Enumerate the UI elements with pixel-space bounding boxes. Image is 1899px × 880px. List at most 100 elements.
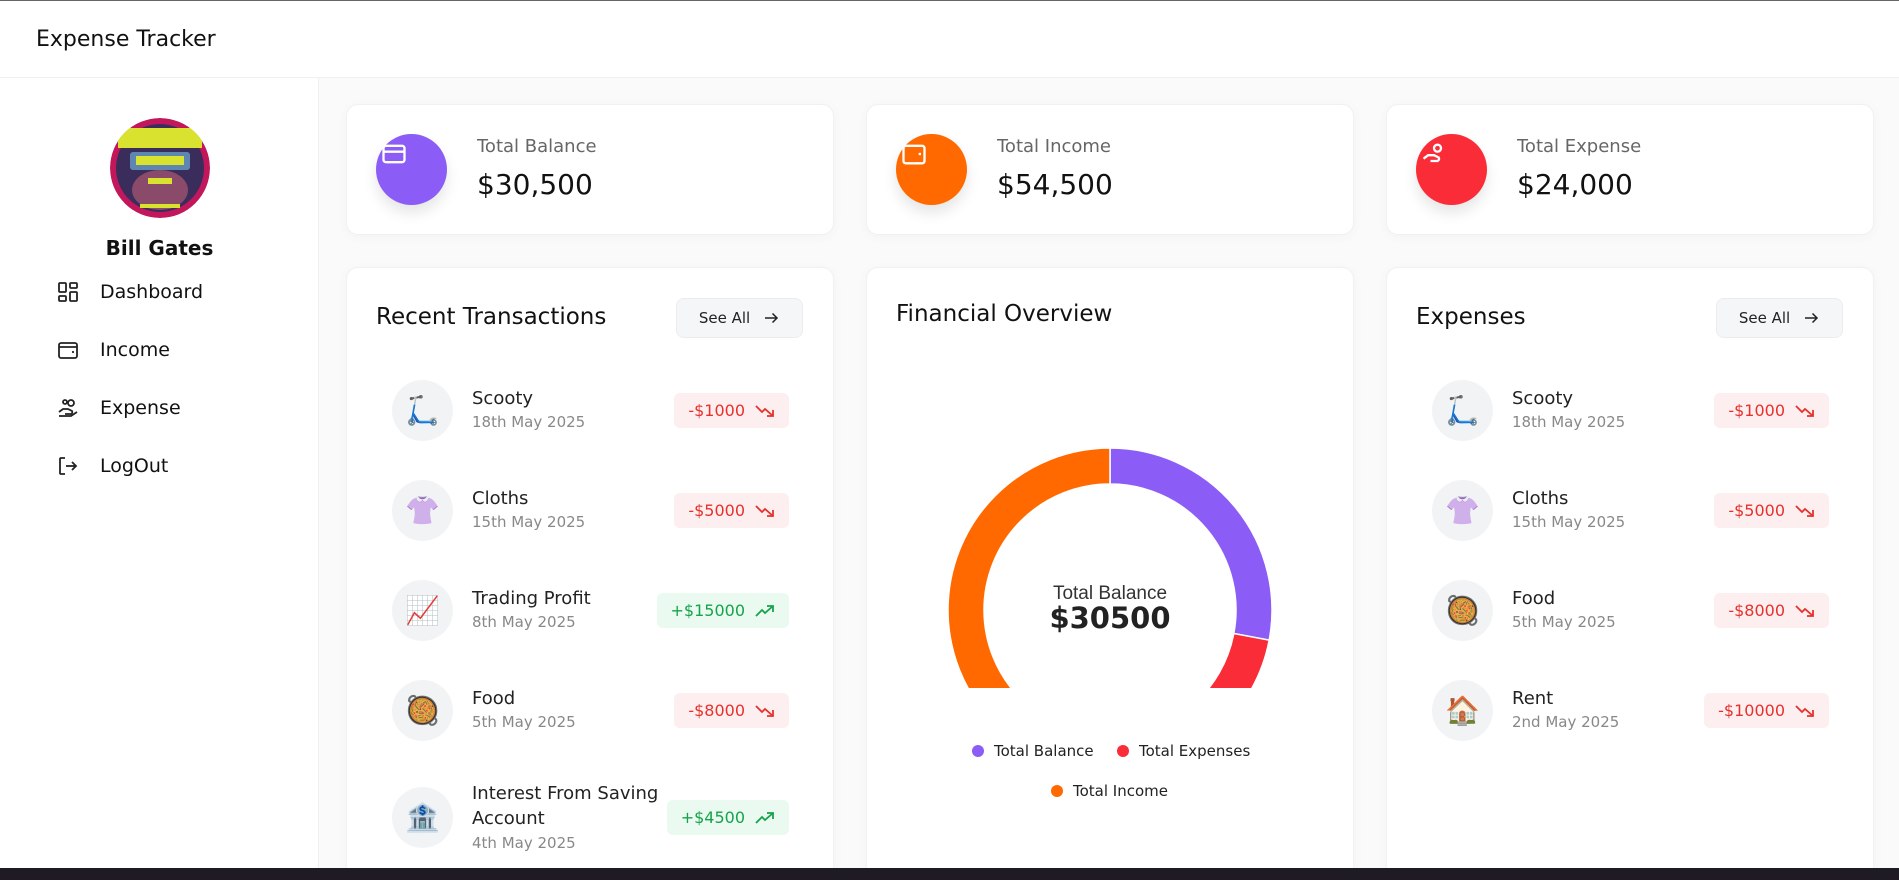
hand-coins-icon (58, 399, 78, 417)
trend-up-icon (755, 604, 774, 617)
amount-value: +$4500 (680, 808, 745, 827)
transaction-name: Interest From Saving Account (472, 783, 659, 829)
legend-dot (1117, 745, 1129, 757)
logout-icon (59, 457, 78, 475)
amount-badge: -$8000 (1714, 593, 1829, 628)
transaction-row[interactable]: 📈 Trading Profit 8th May 2025 +$15000 (392, 580, 789, 644)
amount-value: -$8000 (688, 701, 745, 720)
app-title: Expense Tracker (36, 27, 216, 52)
see-all-label: See All (698, 309, 751, 327)
amount-badge: +$15000 (656, 593, 789, 628)
legend-dot (972, 745, 984, 757)
stat-card-expense: Total Expense $24,000 (1386, 104, 1874, 235)
expense-row[interactable]: 👚 Cloths 15th May 2025 -$5000 (1432, 480, 1829, 544)
bank-icon: 🏦 (392, 787, 453, 848)
legend-dot (1051, 785, 1063, 797)
expense-row[interactable]: 🏠 Rent 2nd May 2025 -$10000 (1432, 680, 1829, 744)
stat-label: Total Income (997, 136, 1111, 157)
legend-item-expenses: Total Expenses (1117, 742, 1250, 760)
transaction-name: Trading Profit (472, 588, 591, 609)
trend-down-icon (755, 504, 774, 517)
donut-segment-expenses[interactable] (1109, 632, 1271, 773)
transaction-name: Scooty (472, 388, 534, 409)
stat-icon-bg (896, 134, 967, 205)
transaction-row[interactable]: 👚 Cloths 15th May 2025 -$5000 (392, 480, 789, 544)
expense-name: Food (1512, 588, 1556, 609)
sidebar-item-income[interactable]: Income (56, 334, 170, 366)
see-all-button[interactable]: See All (1716, 298, 1843, 338)
avatar[interactable] (110, 118, 210, 218)
transaction-row[interactable]: 🛴 Scooty 18th May 2025 -$1000 (392, 380, 789, 444)
trend-down-icon (755, 704, 774, 717)
expense-date: 5th May 2025 (1512, 613, 1616, 631)
section-title: Recent Transactions (376, 304, 607, 330)
expense-date: 15th May 2025 (1512, 513, 1626, 531)
legend-label: Total Expenses (1139, 742, 1251, 760)
section-title: Expenses (1416, 304, 1526, 330)
transaction-name: Cloths (472, 488, 529, 509)
stat-label: Total Expense (1517, 136, 1642, 157)
expense-row[interactable]: 🛴 Scooty 18th May 2025 -$1000 (1432, 380, 1829, 444)
sidebar-item-label: Expense (100, 397, 181, 419)
transaction-date: 8th May 2025 (472, 613, 576, 631)
donut-segment-income[interactable] (947, 447, 1111, 773)
stat-value: $54,500 (997, 168, 1113, 201)
see-all-button[interactable]: See All (676, 298, 803, 338)
expense-date: 18th May 2025 (1512, 413, 1626, 431)
stat-value: $24,000 (1517, 168, 1633, 201)
food-icon: 🥘 (392, 680, 453, 741)
section-title: Financial Overview (896, 301, 1113, 327)
sidebar-item-logout[interactable]: LogOut (56, 450, 168, 482)
legend-item-balance: Total Balance (972, 742, 1094, 760)
transaction-row[interactable]: 🥘 Food 5th May 2025 -$8000 (392, 680, 789, 744)
card-icon (382, 144, 406, 164)
see-all-label: See All (1738, 309, 1791, 327)
recent-transactions-card: Recent Transactions See All 🛴 Scooty 18t… (346, 267, 834, 880)
amount-badge: -$10000 (1704, 693, 1829, 728)
expense-row[interactable]: 🥘 Food 5th May 2025 -$8000 (1432, 580, 1829, 644)
trend-down-icon (1795, 504, 1814, 517)
amount-value: -$10000 (1718, 701, 1785, 720)
financial-overview-card: Financial Overview Total Balance $30500 … (866, 267, 1354, 880)
house-icon: 🏠 (1432, 680, 1493, 741)
donut-center-value: $30500 (1049, 601, 1170, 635)
sidebar-item-expense[interactable]: Expense (56, 392, 181, 424)
amount-value: -$8000 (1728, 601, 1785, 620)
trend-up-icon (755, 811, 774, 824)
stat-icon-bg (376, 134, 447, 205)
amount-value: +$15000 (670, 601, 745, 620)
amount-value: -$5000 (1728, 501, 1785, 520)
expense-date: 2nd May 2025 (1512, 713, 1620, 731)
sidebar-item-label: LogOut (100, 455, 169, 477)
trend-down-icon (1795, 604, 1814, 617)
amount-value: -$1000 (688, 401, 745, 420)
stat-card-balance: Total Balance $30,500 (346, 104, 834, 235)
scooter-icon: 🛴 (392, 380, 453, 441)
legend-label: Total Income (1073, 782, 1168, 800)
transaction-row[interactable]: 🏦 Interest From Saving Account 4th May 2… (392, 783, 789, 852)
stat-value: $30,500 (477, 168, 593, 201)
expense-name: Scooty (1512, 388, 1574, 409)
transaction-name: Food (472, 688, 516, 709)
transaction-date: 5th May 2025 (472, 713, 576, 731)
transaction-date: 15th May 2025 (472, 513, 586, 531)
amount-badge: -$1000 (1714, 393, 1829, 428)
expenses-card: Expenses See All 🛴 Scooty 18th May 2025 … (1386, 267, 1874, 880)
shirt-icon: 👚 (1432, 480, 1493, 541)
food-icon: 🥘 (1432, 580, 1493, 641)
sidebar-item-label: Income (100, 339, 170, 361)
os-taskbar (0, 868, 1899, 880)
amount-value: -$5000 (688, 501, 745, 520)
amount-badge: -$5000 (674, 493, 789, 528)
sidebar-item-dashboard[interactable]: Dashboard (56, 276, 203, 308)
expense-name: Rent (1512, 688, 1554, 709)
stat-card-income: Total Income $54,500 (866, 104, 1354, 235)
shirt-icon: 👚 (392, 480, 453, 541)
amount-badge: -$1000 (674, 393, 789, 428)
trend-down-icon (1795, 404, 1814, 417)
amount-value: -$1000 (1728, 401, 1785, 420)
sidebar: Bill Gates Dashboard Income Expense LogO… (0, 78, 319, 868)
top-bar: Expense Tracker (0, 0, 1899, 78)
chart-up-icon: 📈 (392, 580, 453, 641)
wallet-icon (902, 144, 926, 165)
